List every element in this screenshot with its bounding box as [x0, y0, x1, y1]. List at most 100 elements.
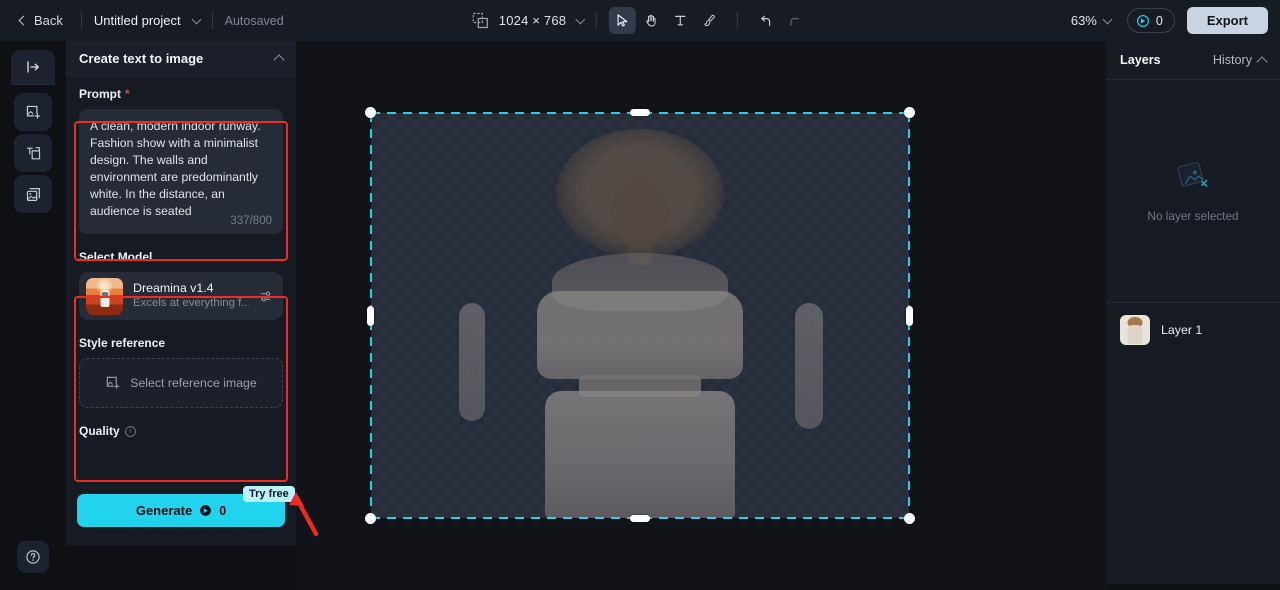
resize-handle-top-center[interactable] — [630, 109, 650, 116]
model-name: Dreamina v1.4 — [133, 281, 214, 295]
create-panel-title: Create text to image — [79, 51, 204, 66]
resize-handle-bottom-left[interactable] — [365, 513, 376, 524]
credits-count: 0 — [1155, 13, 1163, 28]
toolbar-left-group: Back Untitled project Autosaved — [0, 0, 284, 41]
add-image-icon — [107, 376, 120, 389]
create-panel-header: Create text to image — [66, 41, 296, 77]
toolbar-divider-1 — [80, 12, 82, 29]
zoom-control[interactable]: 63% — [1067, 10, 1115, 31]
top-toolbar: Back Untitled project Autosaved 1024 × 7… — [0, 0, 1280, 41]
add-image-icon — [26, 105, 40, 119]
app-root: Back Untitled project Autosaved 1024 × 7… — [0, 0, 1280, 590]
try-free-badge[interactable]: Try free — [243, 486, 295, 502]
resize-handle-middle-right[interactable] — [906, 305, 913, 326]
figure-opacity-veil — [371, 113, 909, 518]
select-reference-image-label: Select reference image — [130, 376, 257, 390]
prompt-input-value: A clean, modern indoor runway. Fashion s… — [90, 119, 264, 218]
resize-handle-middle-left[interactable] — [367, 305, 374, 326]
brush-tool[interactable] — [696, 7, 723, 34]
model-description: Excels at everything f... — [133, 297, 249, 309]
tab-layers[interactable]: Layers — [1120, 53, 1161, 67]
help-circle-icon — [26, 550, 40, 564]
redo-tool[interactable] — [781, 7, 808, 34]
canvas-artboard[interactable] — [365, 107, 915, 524]
help-button[interactable] — [17, 541, 49, 573]
zoom-level-label: 63% — [1070, 13, 1097, 28]
toolbar-center-group: 1024 × 768 — [472, 0, 808, 41]
back-button-label: Back — [34, 13, 63, 28]
no-layer-selected-text: No layer selected — [1147, 209, 1239, 223]
info-icon[interactable]: i — [124, 425, 136, 437]
history-chevron-up-icon — [1256, 55, 1268, 68]
credits-badge[interactable]: 0 — [1126, 8, 1175, 33]
generate-credit-cost: 0 — [219, 503, 227, 518]
model-settings-sliders-icon[interactable] — [259, 289, 274, 304]
resize-handle-top-left[interactable] — [365, 107, 376, 118]
prompt-label-text: Prompt — [79, 87, 121, 101]
canvas-area[interactable] — [296, 41, 1106, 590]
rail-divider — [11, 84, 55, 85]
tool-group — [609, 7, 808, 34]
quality-section: Quality i — [79, 424, 283, 438]
right-panel-tabs: Layers History — [1106, 41, 1280, 80]
right-panel: Layers History No layer selected Layer 1 — [1106, 41, 1280, 584]
text-tool[interactable] — [667, 7, 694, 34]
export-button-label: Export — [1206, 13, 1248, 28]
text-to-image-icon — [26, 146, 40, 159]
autosaved-status: Autosaved — [224, 13, 284, 28]
gallery-icon — [26, 187, 40, 201]
generate-bar: Generate 0 Try free — [66, 484, 296, 545]
resize-handle-bottom-right[interactable] — [904, 513, 915, 524]
credit-coin-icon — [1136, 14, 1149, 27]
toolbar-right-group: 63% 0 Export — [1067, 0, 1268, 41]
list-item[interactable]: Layer 1 — [1106, 303, 1280, 357]
toolbar-divider-2 — [211, 12, 213, 29]
rail-item-gallery[interactable] — [14, 175, 52, 213]
export-button[interactable]: Export — [1186, 7, 1268, 34]
canvas-image-layer — [371, 113, 909, 518]
rail-item-add-image[interactable] — [14, 93, 52, 131]
create-panel-body: Prompt * A clean, modern indoor runway. … — [66, 77, 296, 438]
model-info: Dreamina v1.4 Excels at everything f... — [133, 281, 249, 311]
required-asterisk: * — [125, 87, 130, 101]
rail-collapse-button[interactable] — [11, 50, 55, 84]
layer-thumb-body — [1127, 325, 1143, 344]
resize-handle-bottom-center[interactable] — [630, 515, 650, 522]
select-reference-image-button[interactable]: Select reference image — [79, 358, 283, 408]
canvas-size-chevron-down-icon[interactable] — [575, 14, 586, 24]
chevron-left-icon — [18, 15, 29, 26]
style-reference-label: Style reference — [79, 336, 166, 350]
toolbar-divider-4 — [737, 12, 739, 29]
chevron-down-icon[interactable] — [191, 14, 202, 24]
canvas-resize-icon[interactable] — [472, 12, 489, 29]
hand-tool[interactable] — [638, 7, 665, 34]
select-model-label: Select Model — [79, 250, 153, 264]
collapse-chevron-up-icon[interactable] — [273, 54, 285, 66]
canvas-size-label[interactable]: 1024 × 768 — [499, 13, 566, 28]
undo-tool[interactable] — [752, 7, 779, 34]
back-button[interactable]: Back — [14, 9, 69, 32]
astronaut-figure — [100, 290, 109, 308]
model-thumbnail — [86, 277, 123, 315]
credit-coin-icon — [200, 505, 212, 516]
select-tool[interactable] — [609, 7, 637, 34]
project-name[interactable]: Untitled project — [94, 13, 181, 28]
layers-empty-state: No layer selected — [1106, 80, 1280, 302]
prompt-char-count: 337/800 — [230, 215, 272, 227]
empty-layer-icon — [1177, 161, 1208, 187]
collapse-panel-icon — [27, 61, 39, 73]
model-card[interactable]: Dreamina v1.4 Excels at everything f... — [79, 272, 283, 320]
prompt-input[interactable]: A clean, modern indoor runway. Fashion s… — [79, 109, 283, 234]
layer-thumbnail — [1120, 315, 1150, 345]
quality-label: Quality — [79, 424, 120, 438]
tab-history[interactable]: History — [1212, 53, 1268, 68]
zoom-chevron-down-icon — [1102, 14, 1113, 24]
rail-item-text-to-image[interactable] — [14, 134, 52, 172]
toolbar-divider-3 — [596, 12, 598, 29]
prompt-label: Prompt * — [79, 87, 283, 101]
layer-name: Layer 1 — [1161, 323, 1203, 337]
resize-handle-top-right[interactable] — [904, 107, 915, 118]
create-panel: Create text to image Prompt * A clean, m… — [66, 41, 296, 545]
tab-history-label: History — [1212, 53, 1252, 67]
left-rail — [0, 41, 66, 590]
